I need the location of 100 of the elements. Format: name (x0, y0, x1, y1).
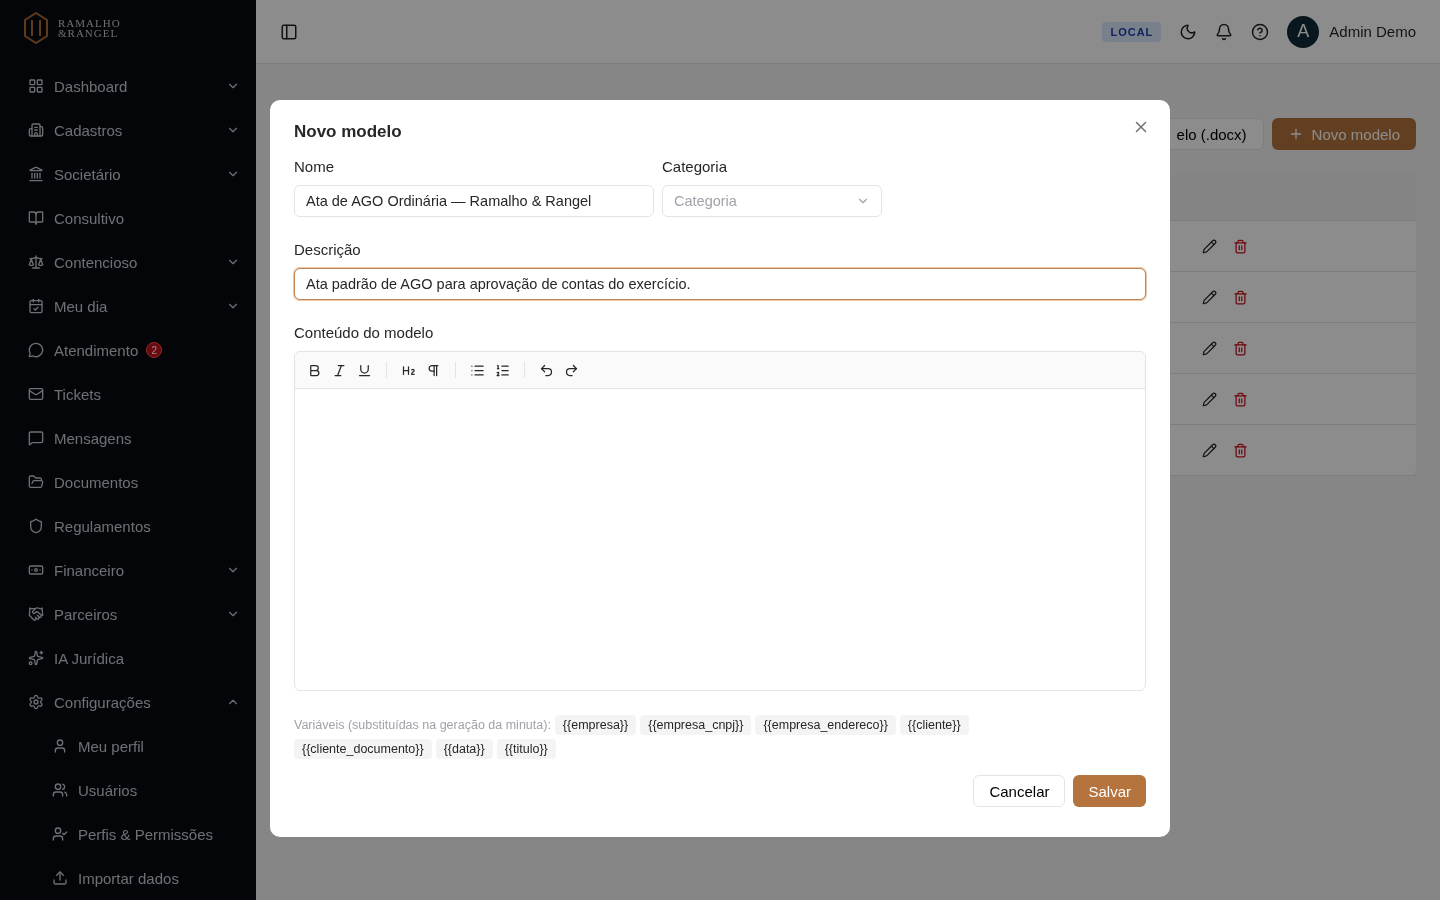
variable-tag[interactable]: {{empresa_endereco}} (755, 715, 896, 735)
user-name: Admin Demo (1329, 23, 1416, 40)
variable-tag[interactable]: {{cliente}} (899, 715, 969, 735)
sidebar-label: Societário (54, 165, 121, 183)
upload-icon (52, 870, 68, 886)
bold-icon (307, 362, 322, 378)
sidebar-label: Atendimento (54, 341, 139, 359)
handshake-icon (28, 606, 44, 622)
sidebar-item[interactable]: Tickets (16, 372, 240, 416)
sidebar-toggle-icon[interactable] (280, 22, 298, 41)
pencil-icon[interactable] (1202, 340, 1217, 356)
pencil-icon[interactable] (1202, 289, 1217, 305)
pencil-icon[interactable] (1202, 442, 1217, 458)
sidebar-item[interactable]: Consultivo (16, 196, 240, 240)
sidebar-label: Usuários (78, 781, 138, 799)
sidebar-item[interactable]: Meu dia (16, 284, 240, 328)
sidebar-subitem[interactable]: Perfis & Permissões (16, 812, 240, 856)
sidebar-label: Cadastros (54, 121, 123, 139)
calendar-icon (28, 298, 44, 314)
sidebar-subitem[interactable]: Meu perfil (16, 724, 240, 768)
folder-icon (28, 474, 44, 490)
sidebar-label: Parceiros (54, 605, 118, 623)
trash-icon[interactable] (1233, 442, 1248, 458)
new-button[interactable]: Novo modelo (1271, 118, 1416, 150)
trash-icon[interactable] (1233, 238, 1248, 254)
variable-tag[interactable]: {{empresa}} (554, 715, 637, 735)
trash-icon[interactable] (1233, 289, 1248, 305)
trash-icon[interactable] (1233, 340, 1248, 356)
variables-label: Variáveis (substituídas na geração da minuta): (294, 718, 551, 732)
bank-icon (28, 166, 44, 182)
sidebar-item[interactable]: Parceiros (16, 592, 240, 636)
sidebar-item[interactable]: Regulamentos (16, 504, 240, 548)
message-icon (28, 430, 44, 446)
undo-icon (539, 362, 554, 378)
sidebar-label: Configurações (54, 693, 151, 711)
sidebar-label: Meu dia (54, 297, 108, 315)
pencil-icon[interactable] (1202, 391, 1217, 407)
sidebar-label: Perfis & Permissões (78, 825, 214, 843)
sidebar-label: Importar dados (78, 869, 179, 887)
moon-icon[interactable] (1179, 22, 1198, 41)
sidebar-label: Regulamentos (54, 517, 151, 535)
variable-tag[interactable]: {{titulo}} (496, 739, 556, 759)
grid-icon (28, 78, 44, 94)
sidebar-subitem[interactable]: Importar dados (16, 856, 240, 900)
trash-icon[interactable] (1233, 391, 1248, 407)
sidebar-item[interactable]: Configurações (16, 680, 240, 724)
help-icon[interactable] (1251, 22, 1270, 41)
underline-icon (357, 362, 372, 378)
redo-icon (564, 362, 579, 378)
sidebar-label: Consultivo (54, 209, 125, 227)
field-label: Nome (294, 158, 335, 175)
sidebar-label: Meu perfil (78, 737, 144, 755)
users-icon (52, 782, 68, 798)
sidebar-item[interactable]: Documentos (16, 460, 240, 504)
bell-icon[interactable] (1215, 22, 1234, 41)
category-select[interactable]: Categoria (662, 185, 882, 217)
settings-icon (28, 694, 44, 710)
sidebar-item[interactable]: Mensagens (16, 416, 240, 460)
user-check-icon (52, 826, 68, 842)
variable-tag[interactable]: {{data}} (435, 739, 493, 759)
sidebar-subitem[interactable]: Usuários (16, 768, 240, 812)
pilcrow-icon (426, 362, 441, 378)
chat-bubble-icon (28, 342, 44, 358)
variable-tag[interactable]: {{empresa_cnpj}} (640, 715, 752, 735)
book-icon (28, 210, 44, 226)
field-label: Categoria (662, 158, 729, 175)
building-icon (28, 122, 44, 138)
cancel-button[interactable]: Cancelar (973, 775, 1066, 807)
envelope-icon (28, 386, 44, 402)
brand-name: &RANGEL (58, 28, 120, 38)
sidebar-label: Financeiro (54, 561, 125, 579)
description-field[interactable]: Ata padrão de AGO para aprovação de contas do exercício. (294, 268, 1146, 300)
variable-tag[interactable]: {{cliente_documento}} (294, 739, 432, 759)
sparkle-icon (28, 650, 44, 666)
sidebar-item[interactable]: Atendimento 2 (16, 328, 240, 372)
sidebar-item[interactable]: IA Jurídica (16, 636, 240, 680)
sidebar-label: Contencioso (54, 253, 138, 271)
pencil-icon[interactable] (1202, 238, 1217, 254)
environment-badge: LOCAL (1102, 21, 1162, 42)
field-label: Descrição (294, 241, 362, 258)
sidebar-item[interactable]: Societário (16, 152, 240, 196)
sidebar-item[interactable]: Dashboard (16, 64, 240, 108)
sidebar-label: Tickets (54, 385, 101, 403)
numbered-list-icon (495, 362, 510, 378)
sidebar-item[interactable]: Contencioso (16, 240, 240, 284)
notification-badge: 2 (146, 342, 163, 358)
sidebar-label: IA Jurídica (54, 649, 125, 667)
sidebar-item[interactable]: Cadastros (16, 108, 240, 152)
sidebar-label: Mensagens (54, 429, 132, 447)
scale-icon (28, 254, 44, 270)
sidebar-item[interactable]: Financeiro (16, 548, 240, 592)
sidebar-label: Dashboard (54, 77, 128, 95)
shield-icon (28, 518, 44, 534)
avatar[interactable]: A (1287, 15, 1320, 48)
sidebar-label: Documentos (54, 473, 139, 491)
save-button[interactable]: Salvar (1073, 775, 1146, 807)
money-icon (28, 562, 44, 578)
name-field[interactable]: Ata de AGO Ordinária — Ramalho & Rangel (294, 185, 654, 217)
brand-name: RAMALHO (58, 18, 121, 28)
bullet-list-icon (470, 362, 485, 378)
